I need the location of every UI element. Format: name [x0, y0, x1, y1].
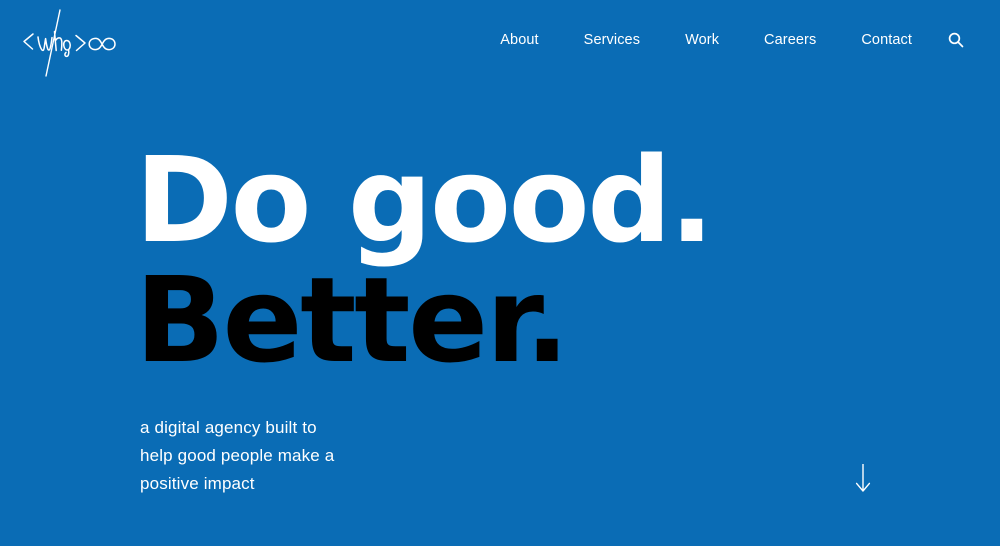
nav-item-work[interactable]: Work — [685, 29, 719, 52]
subheading-line-two: help good people make a — [140, 446, 335, 465]
who-infinity-logo-icon — [23, 9, 116, 77]
site-header: About Services Work Careers Contact — [0, 0, 1000, 84]
scroll-down-button[interactable] — [849, 458, 877, 498]
nav-item-services[interactable]: Services — [584, 29, 640, 52]
search-button[interactable] — [946, 30, 966, 50]
headline-line-two: Better. — [135, 250, 570, 389]
page-title: Do good. Better. — [135, 141, 839, 378]
subheading-line-three: positive impact — [140, 474, 255, 493]
hero-subheading: a digital agency built to help good peop… — [140, 414, 334, 498]
hero-page: About Services Work Careers Contact Do g… — [0, 0, 1000, 546]
nav-item-careers[interactable]: Careers — [764, 29, 816, 52]
arrow-down-icon — [855, 464, 871, 492]
nav-item-about[interactable]: About — [500, 29, 538, 52]
headline-line-one: Do good. — [135, 131, 714, 269]
site-logo[interactable] — [14, 4, 124, 80]
main-navigation: About Services Work Careers Contact — [500, 29, 1000, 52]
hero-headline-block: Do good. Better. — [135, 141, 839, 378]
nav-item-contact[interactable]: Contact — [861, 29, 912, 52]
search-icon — [948, 33, 964, 48]
subheading-line-one: a digital agency built to — [140, 418, 317, 437]
